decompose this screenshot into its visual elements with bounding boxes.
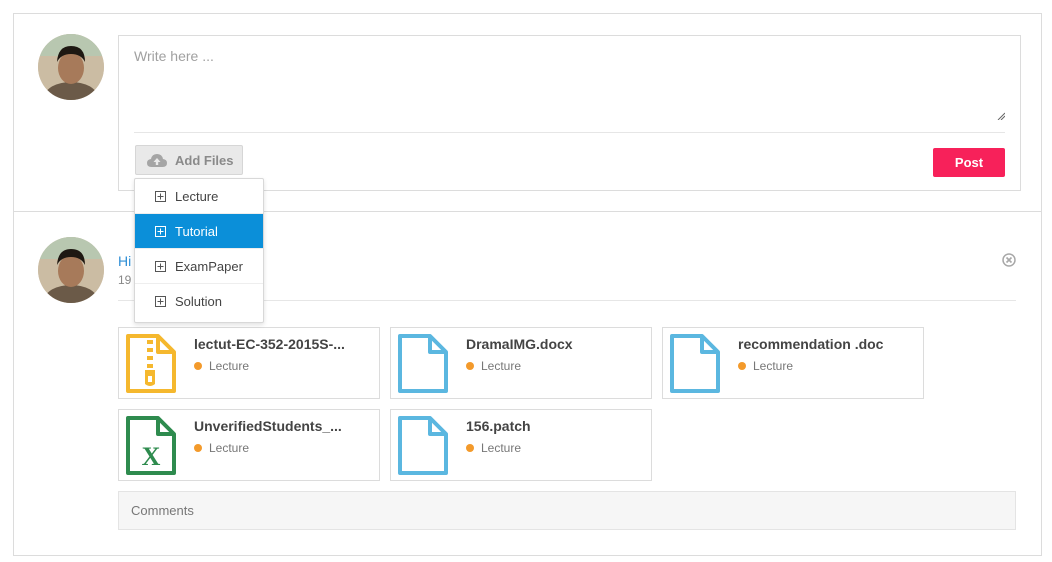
dropdown-item-lecture[interactable]: Lecture (135, 179, 263, 214)
close-icon[interactable] (1002, 253, 1016, 267)
tag-dot (738, 362, 746, 370)
file-category-label: Lecture (481, 359, 522, 373)
plus-square-icon (155, 190, 166, 202)
dropdown-item-label: ExamPaper (175, 258, 243, 274)
file-name: 156.patch (466, 418, 531, 434)
avatar (38, 34, 104, 100)
file-name: lectut-EC-352-2015S-... (194, 336, 345, 352)
dropdown-item-label: Solution (175, 294, 222, 309)
add-files-button[interactable]: Add Files (135, 145, 243, 175)
file-category-tag: Lecture (738, 359, 793, 373)
excel-file-icon: X (126, 416, 176, 475)
dropdown-item-label: Lecture (175, 188, 219, 204)
dropdown-item-exampaper[interactable]: ExamPaper (135, 249, 263, 284)
tag-dot (466, 444, 474, 452)
file-name: recommendation .doc (738, 336, 884, 352)
file-name: DramaIMG.docx (466, 336, 573, 352)
zip-file-icon (126, 334, 176, 393)
file-category-tag: Lecture (466, 441, 521, 455)
post-author-link[interactable]: Hi (118, 253, 131, 269)
file-card[interactable]: X UnverifiedStudents_... Lecture (118, 409, 380, 481)
plus-square-icon (155, 260, 166, 272)
file-card[interactable]: 156.patch Lecture (390, 409, 652, 481)
svg-text:X: X (142, 442, 161, 471)
dropdown-item-label: Tutorial (175, 223, 218, 239)
file-name: UnverifiedStudents_... (194, 418, 342, 434)
document-file-icon (398, 334, 448, 393)
file-category-dropdown: Lecture Tutorial ExamPaper Solution (134, 178, 264, 323)
tag-dot (194, 444, 202, 452)
tag-dot (466, 362, 474, 370)
file-category-label: Lecture (209, 359, 250, 373)
file-category-tag: Lecture (194, 359, 249, 373)
add-files-label: Add Files (175, 152, 234, 168)
document-file-icon (398, 416, 448, 475)
file-category-label: Lecture (481, 441, 522, 455)
dropdown-item-tutorial[interactable]: Tutorial (135, 214, 263, 249)
post-timestamp: 19 (118, 273, 132, 287)
tag-dot (194, 362, 202, 370)
plus-square-icon (155, 225, 166, 237)
avatar (38, 237, 104, 303)
file-category-label: Lecture (753, 359, 794, 373)
post-composer: Add Files Post (118, 35, 1021, 191)
file-card[interactable]: lectut-EC-352-2015S-... Lecture (118, 327, 380, 399)
resize-grip-icon[interactable] (997, 112, 1005, 120)
document-file-icon (670, 334, 720, 393)
post-text-input[interactable] (119, 36, 1020, 124)
dropdown-item-solution[interactable]: Solution (135, 284, 263, 319)
composer-divider (134, 132, 1005, 133)
file-card[interactable]: recommendation .doc Lecture (662, 327, 924, 399)
cloud-upload-icon (147, 154, 167, 167)
file-category-label: Lecture (209, 441, 250, 455)
file-card[interactable]: DramaIMG.docx Lecture (390, 327, 652, 399)
post-button[interactable]: Post (933, 148, 1005, 177)
file-category-tag: Lecture (466, 359, 521, 373)
comments-input[interactable]: Comments (118, 491, 1016, 530)
plus-square-icon (155, 296, 166, 307)
file-category-tag: Lecture (194, 441, 249, 455)
